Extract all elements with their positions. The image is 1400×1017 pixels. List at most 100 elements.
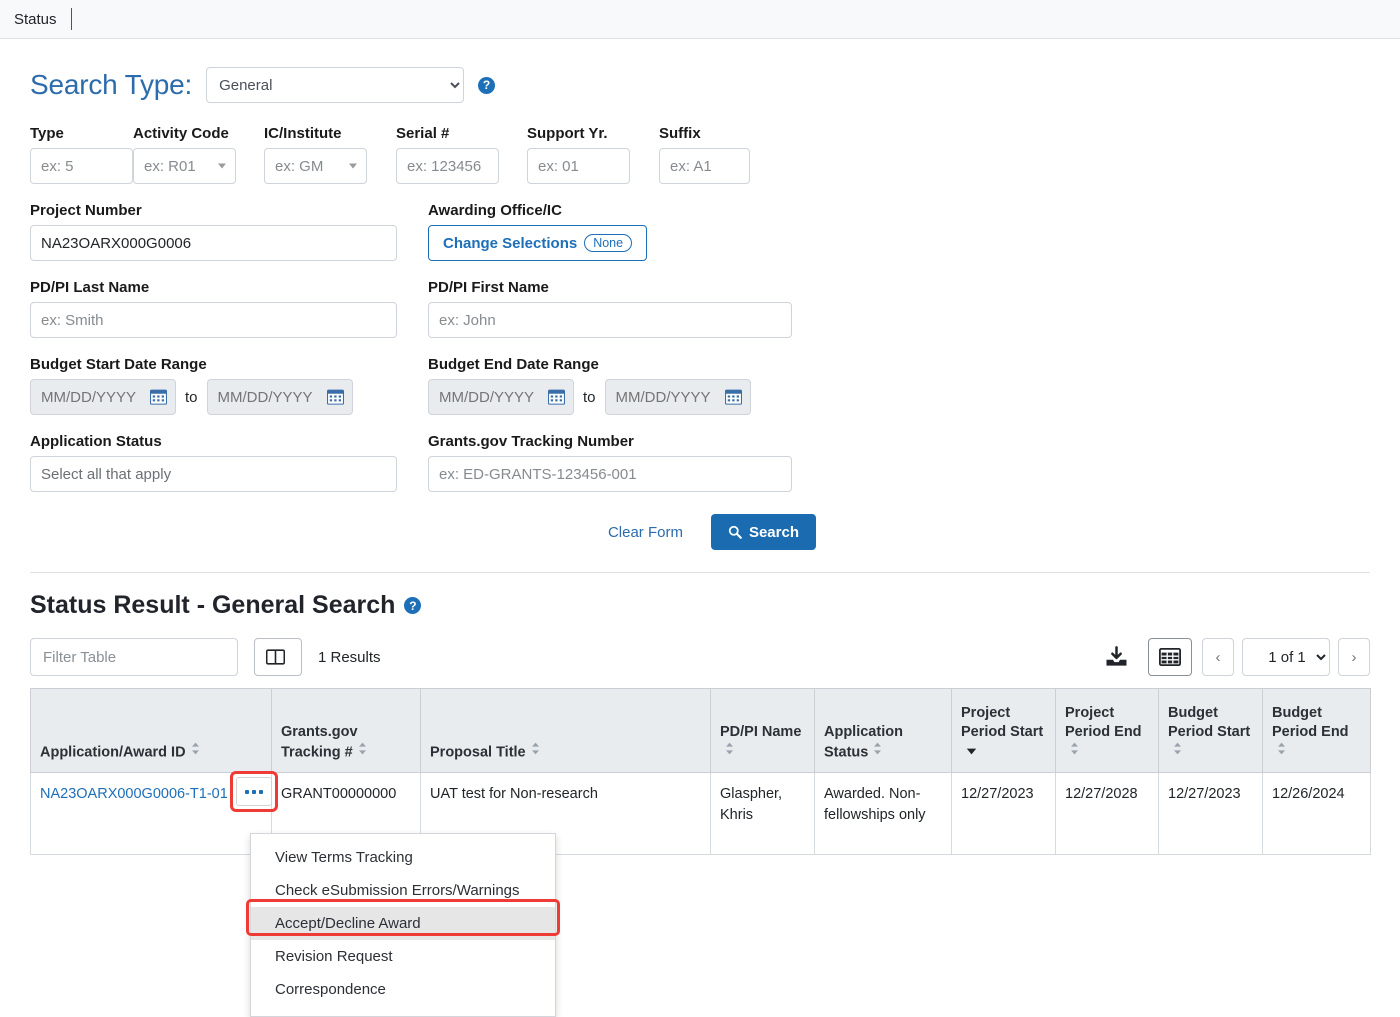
col-budget-period-end[interactable]: Budget Period End <box>1262 688 1371 773</box>
cell-project-period-end: 12/27/2028 <box>1055 772 1159 855</box>
calendar-icon[interactable] <box>724 388 742 405</box>
awarding-office-count-pill: None <box>584 234 633 252</box>
label-pdpi-last: PD/PI Last Name <box>30 279 150 296</box>
clear-form-button[interactable]: Clear Form <box>602 523 689 542</box>
download-button[interactable] <box>1093 645 1140 670</box>
col-application-status[interactable]: Application Status <box>814 688 952 773</box>
col-label: Proposal Title <box>430 744 526 761</box>
tab-status[interactable]: Status <box>14 11 71 28</box>
col-budget-period-start[interactable]: Budget Period Start <box>1158 688 1263 773</box>
field-serial: Serial # <box>396 125 527 184</box>
search-type-heading: Search Type: <box>30 69 193 100</box>
next-page-button[interactable]: › <box>1338 638 1370 676</box>
award-id-link[interactable]: NA23OARX000G0006-T1-01 <box>40 786 228 802</box>
change-selections-button[interactable]: Change Selections None <box>428 225 648 261</box>
col-label: Budget Period Start <box>1168 704 1251 741</box>
sort-icon-none <box>1277 742 1286 762</box>
field-suffix: Suffix <box>659 125 750 184</box>
row-actions-menu: View Terms Tracking Check eSubmission Er… <box>250 833 556 1017</box>
prev-page-button[interactable]: ‹ <box>1202 638 1234 676</box>
field-pdpi-first: PD/PI First Name <box>428 279 795 338</box>
field-activity-code: Activity Code <box>133 125 264 184</box>
support-yr-input[interactable] <box>527 148 630 184</box>
field-type: Type <box>30 125 133 184</box>
search-button[interactable]: Search <box>710 514 816 550</box>
pdpi-row: PD/PI Last Name PD/PI First Name <box>30 279 1370 338</box>
sort-icon-none <box>873 742 882 762</box>
label-ic-institute: IC/Institute <box>264 125 342 142</box>
application-status-value: Select all that apply <box>41 465 172 483</box>
table-grid-icon <box>1159 648 1181 666</box>
col-grants-tracking[interactable]: Grants.gov Tracking # <box>271 688 421 773</box>
menu-item-revision-request[interactable]: Revision Request <box>251 940 555 973</box>
calendar-icon[interactable] <box>548 388 565 405</box>
results-count: 1 Results <box>318 648 381 666</box>
label-serial: Serial # <box>396 125 450 142</box>
date-ranges-row: Budget Start Date Range to Budget End Da… <box>30 356 1370 415</box>
filter-table-input[interactable] <box>30 638 238 676</box>
label-activity-code: Activity Code <box>133 125 229 142</box>
budget-start-range-separator: to <box>185 388 198 406</box>
page-select[interactable]: 1 of 1 <box>1242 638 1330 676</box>
menu-item-correspondence[interactable]: Correspondence <box>251 973 555 1006</box>
col-proposal-title[interactable]: Proposal Title <box>420 688 711 773</box>
ic-institute-input[interactable] <box>264 148 367 184</box>
help-circle-icon[interactable]: ? <box>404 597 422 614</box>
menu-item-accept-decline-award[interactable]: Accept/Decline Award <box>251 907 555 940</box>
application-status-select[interactable]: Select all that apply <box>30 456 397 492</box>
col-project-period-start[interactable]: Project Period Start <box>951 688 1056 773</box>
change-selections-label: Change Selections <box>443 234 578 252</box>
cell-project-period-start: 12/27/2023 <box>951 772 1056 855</box>
cell-pdpi-name: Glaspher, Khris <box>710 772 815 855</box>
col-label: PD/PI Name <box>720 724 802 741</box>
project-awarding-row: Project Number Awarding Office/IC Change… <box>30 202 1370 261</box>
sort-icon-none <box>725 742 734 762</box>
search-type-select[interactable]: General <box>206 67 465 103</box>
calendar-icon[interactable] <box>150 388 167 405</box>
sort-icon-none <box>191 742 200 762</box>
pdpi-first-input[interactable] <box>428 302 792 338</box>
sort-icon-none <box>1173 742 1182 762</box>
pdpi-last-input[interactable] <box>30 302 397 338</box>
column-picker-button[interactable] <box>254 638 302 676</box>
calendar-icon[interactable] <box>326 388 344 405</box>
label-type: Type <box>30 125 64 142</box>
grants-tracking-input[interactable] <box>428 456 792 492</box>
columns-icon <box>265 649 285 665</box>
sort-icon-none <box>1070 742 1079 762</box>
results-title-text: Status Result - General Search <box>30 591 396 619</box>
field-awarding-office: Awarding Office/IC Change Selections Non… <box>428 202 795 261</box>
col-pdpi-name[interactable]: PD/PI Name <box>710 688 815 773</box>
project-number-input[interactable] <box>30 225 397 261</box>
budget-start-to-wrap <box>206 379 353 415</box>
field-support-yr: Support Yr. <box>527 125 659 184</box>
status-tracking-row: Application Status Select all that apply… <box>30 433 1370 492</box>
sort-icon-none <box>531 742 540 762</box>
budget-end-to-wrap <box>604 379 751 415</box>
suffix-input[interactable] <box>659 148 750 184</box>
menu-item-view-terms-tracking[interactable]: View Terms Tracking <box>251 841 555 874</box>
col-label: Grants.gov Tracking # <box>281 724 358 761</box>
col-project-period-end[interactable]: Project Period End <box>1055 688 1159 773</box>
activity-code-input[interactable] <box>133 148 236 184</box>
search-form: Search Type: General ? Type Activity Cod… <box>0 67 1400 855</box>
field-ic-institute: IC/Institute <box>264 125 396 184</box>
form-actions: Clear Form Search <box>30 514 1370 550</box>
table-view-button[interactable] <box>1148 638 1192 676</box>
section-divider <box>30 572 1370 573</box>
field-application-status: Application Status Select all that apply <box>30 433 397 492</box>
label-budget-start-range: Budget Start Date Range <box>30 356 207 373</box>
label-grants-tracking: Grants.gov Tracking Number <box>428 433 634 450</box>
table-header-row: Application/Award ID Grants.gov Tracking… <box>30 688 1371 773</box>
budget-end-range-inputs: to <box>428 379 795 415</box>
type-input[interactable] <box>30 148 133 184</box>
help-circle-icon[interactable]: ? <box>478 76 496 94</box>
label-application-status: Application Status <box>30 433 162 450</box>
col-label: Application/Award ID <box>40 744 186 761</box>
menu-item-check-esubmission-errors[interactable]: Check eSubmission Errors/Warnings <box>251 874 555 907</box>
serial-input[interactable] <box>396 148 499 184</box>
col-label: Project Period End <box>1065 704 1142 741</box>
col-label: Budget Period End <box>1272 704 1349 741</box>
row-actions-button[interactable] <box>236 777 272 806</box>
col-application-award-id[interactable]: Application/Award ID <box>30 688 272 773</box>
